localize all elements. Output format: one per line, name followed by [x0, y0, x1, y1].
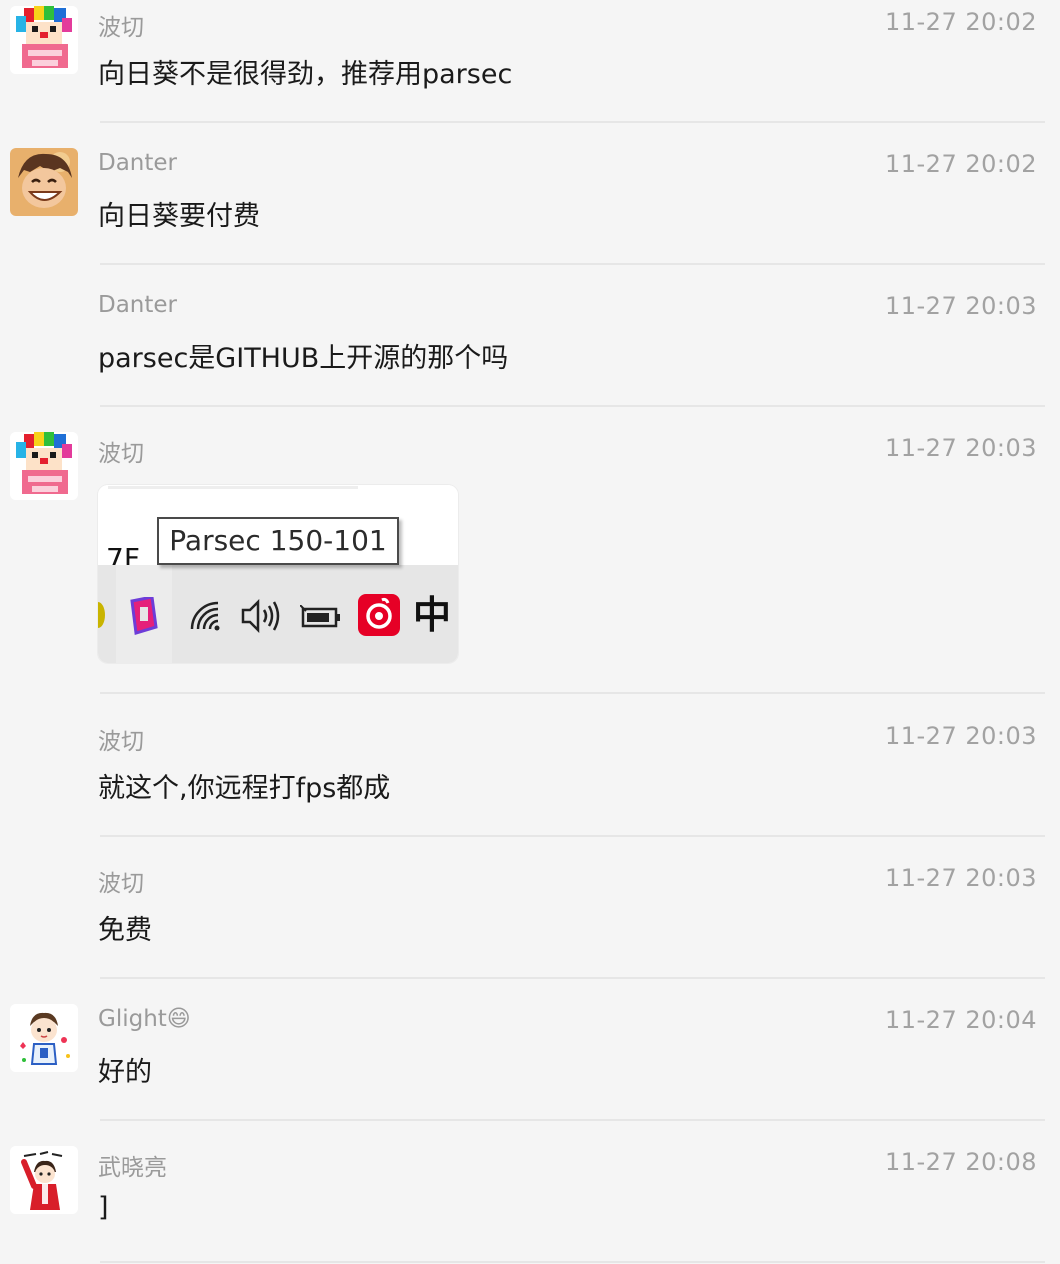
image-message[interactable]: 7F 中 Parsec 150-101	[98, 485, 458, 663]
netease-music-icon[interactable]	[358, 594, 400, 636]
timestamp: 11-27 20:02	[884, 150, 1037, 178]
divider	[100, 977, 1045, 979]
divider	[100, 405, 1045, 407]
timestamp: 11-27 20:03	[884, 864, 1037, 892]
divider	[100, 1261, 1045, 1263]
message-text: parsec是GITHUB上开源的那个吗	[98, 343, 509, 374]
timestamp: 11-27 20:08	[884, 1148, 1037, 1176]
anime-boy-avatar[interactable]	[10, 148, 78, 216]
message-text: 向日葵要付费	[98, 201, 260, 232]
clown-avatar[interactable]	[10, 432, 78, 500]
message-text: 就这个,你远程打fps都成	[98, 773, 391, 804]
battery-icon[interactable]	[300, 605, 342, 629]
sender-name[interactable]: Glight😄	[98, 1006, 191, 1032]
divider	[100, 263, 1045, 265]
divider	[100, 121, 1045, 123]
timestamp: 11-27 20:03	[884, 722, 1037, 750]
volume-icon[interactable]	[240, 599, 284, 633]
wifi-icon[interactable]	[188, 599, 222, 633]
timestamp: 11-27 20:03	[884, 434, 1037, 462]
sender-name[interactable]: 波切	[98, 722, 144, 756]
sender-name[interactable]: 波切	[98, 8, 144, 42]
message-text: 免费	[98, 915, 152, 946]
timestamp: 11-27 20:04	[884, 1006, 1037, 1034]
tooltip: Parsec 150-101	[157, 517, 399, 565]
sender-name[interactable]: 武晓亮	[98, 1148, 167, 1182]
red-figure-avatar[interactable]	[10, 1146, 78, 1214]
divider	[100, 692, 1045, 694]
divider	[100, 835, 1045, 837]
chibi-avatar[interactable]	[10, 1004, 78, 1072]
message-text: 向日葵不是很得劲，推荐用parsec	[98, 59, 513, 90]
clown-avatar[interactable]	[10, 6, 78, 74]
message-text: 好的	[98, 1057, 152, 1088]
timestamp: 11-27 20:02	[884, 8, 1037, 36]
system-tray: 中	[98, 565, 458, 663]
message-text: ]	[98, 1192, 109, 1223]
timestamp: 11-27 20:03	[884, 292, 1037, 320]
ime-icon[interactable]: 中	[413, 593, 451, 637]
tray-partial-icon	[98, 602, 105, 628]
sender-name[interactable]: 波切	[98, 864, 144, 898]
sender-name[interactable]: 波切	[98, 434, 144, 468]
sender-name[interactable]: Danter	[98, 150, 177, 176]
divider	[100, 1119, 1045, 1121]
sender-name[interactable]: Danter	[98, 292, 177, 318]
parsec-icon[interactable]	[130, 597, 158, 635]
